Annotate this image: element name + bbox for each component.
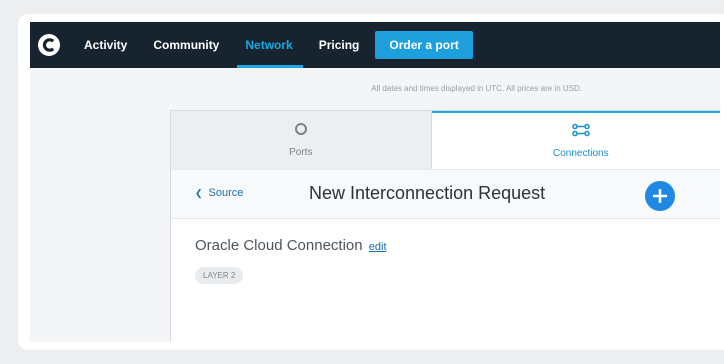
- back-label: Source: [208, 187, 244, 199]
- back-to-source-link[interactable]: ❮ Source: [195, 187, 243, 199]
- app-window: Activity Community Network Pricing Order…: [30, 22, 720, 342]
- nav-community[interactable]: Community: [153, 22, 219, 68]
- tab-connections[interactable]: Connections: [431, 111, 720, 169]
- connections-icon: [572, 123, 590, 142]
- order-port-button[interactable]: Order a port: [375, 31, 473, 59]
- layer-badge: LAYER 2: [195, 267, 244, 284]
- tab-ports-label: Ports: [289, 147, 313, 158]
- nav-activity[interactable]: Activity: [84, 22, 127, 68]
- add-button[interactable]: [645, 181, 675, 211]
- connections-panel: Ports Connections ❮ Source New Interconn…: [170, 110, 720, 342]
- nav-pricing[interactable]: Pricing: [319, 22, 360, 68]
- top-navbar: Activity Community Network Pricing Order…: [30, 22, 720, 68]
- plus-icon: [653, 189, 667, 203]
- panel-tabs: Ports Connections: [171, 111, 720, 169]
- request-header: ❮ Source New Interconnection Request: [171, 169, 720, 219]
- chevron-left-icon: ❮: [195, 187, 203, 198]
- brand-logo-icon[interactable]: [36, 32, 62, 58]
- connection-name: Oracle Cloud Connection: [195, 237, 363, 254]
- tab-ports[interactable]: Ports: [171, 111, 432, 169]
- page-title: New Interconnection Request: [309, 183, 546, 203]
- nav-network[interactable]: Network: [237, 22, 304, 68]
- connection-name-row: Oracle Cloud Connection edit: [195, 237, 387, 254]
- tab-connections-label: Connections: [553, 148, 609, 159]
- port-circle-icon: [294, 122, 308, 141]
- utc-notice: All dates and times displayed in UTC. Al…: [371, 83, 582, 93]
- edit-link[interactable]: edit: [369, 241, 387, 253]
